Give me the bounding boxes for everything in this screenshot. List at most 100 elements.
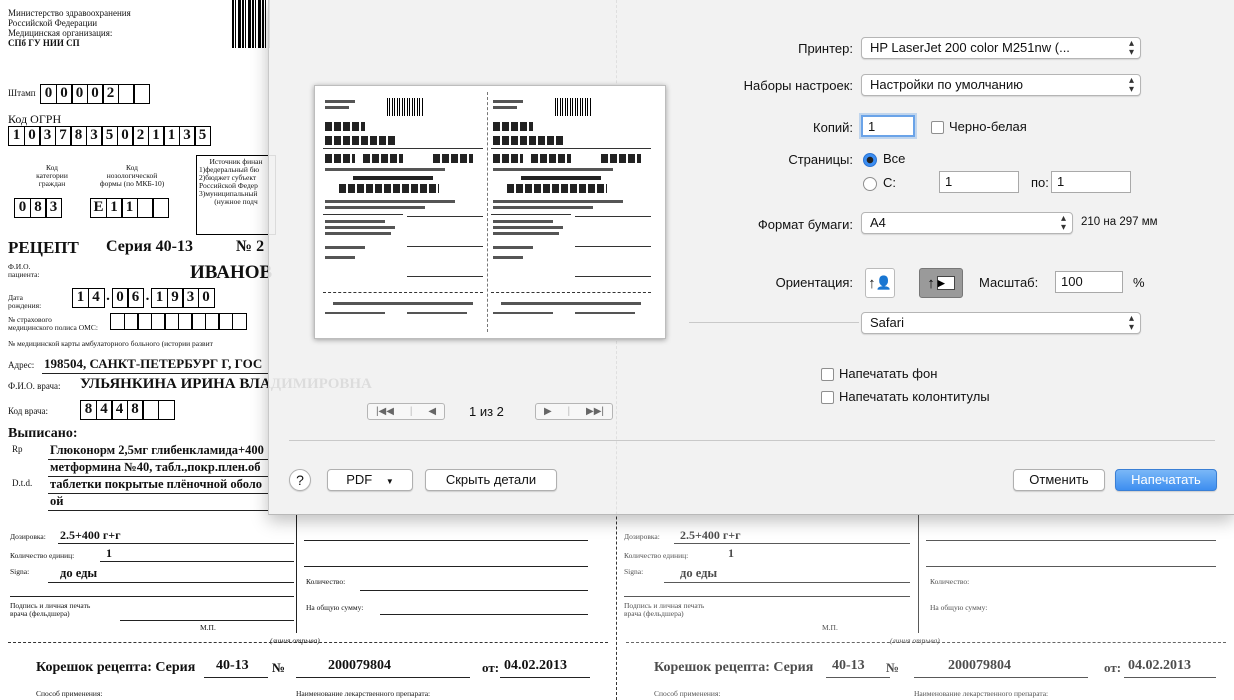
pages-all-radio[interactable] — [863, 153, 877, 167]
medical-card-label: № медицинской карты амбулаторного больно… — [8, 339, 213, 348]
presets-label: Наборы настроек: — [743, 78, 853, 93]
ogrn-label: Код ОГРН — [8, 112, 62, 126]
dropdown-arrow-icon: ▼ — [385, 477, 394, 486]
quantity-label: Количество: — [306, 577, 346, 586]
citizen-category-label: Код категории граждан — [36, 163, 68, 188]
last-page-icon[interactable]: ▶▶| — [586, 406, 604, 417]
ministry-line: Российской Федерации — [8, 18, 98, 28]
prescribed-label: Выписано: — [8, 426, 78, 441]
signa-value: до еды — [60, 566, 98, 580]
doctor-code-boxes: 8448 — [80, 400, 175, 420]
print-button[interactable]: Напечатать — [1115, 469, 1217, 491]
stub-label: Корешок рецепта: Серия — [36, 660, 196, 675]
copies-input[interactable]: 1 — [861, 115, 915, 137]
patient-fio-label: Ф.И.О. пациента: — [8, 262, 40, 279]
scale-label: Масштаб: — [979, 275, 1039, 290]
pages-to-label: по: — [1031, 175, 1049, 190]
nosology-boxes: Е11 — [90, 198, 169, 218]
copies-label: Копий: — [813, 120, 853, 135]
total-label: На общую сумму: — [930, 603, 988, 612]
dtd-label: D.t.d. — [12, 478, 33, 488]
black-white-checkbox[interactable] — [931, 121, 944, 134]
drug-name-label: Наименование лекарственного препарата: — [914, 689, 1049, 698]
print-headers-label: Напечатать колонтитулы — [839, 389, 990, 404]
preview-copy-left — [323, 96, 483, 328]
print-dialog: |◀◀ | ◀ 1 из 2 ▶ | ▶▶| Принтер: HP Laser… — [268, 0, 1234, 515]
preview-barcode — [555, 98, 591, 116]
stub-number-label: № — [886, 660, 900, 675]
presets-select[interactable]: Настройки по умолчанию ▴ ▾ — [861, 74, 1141, 96]
updown-chevron-icon: ▴ ▾ — [1060, 213, 1066, 233]
citizen-category-boxes: 083 — [14, 198, 62, 218]
address-value: 198504, САНКТ-ПЕТЕРБУРГ Г, ГОС — [44, 356, 263, 371]
dob-label: Дата рождения: — [8, 293, 42, 310]
pages-label: Страницы: — [788, 152, 853, 167]
signa-value: до еды — [680, 566, 718, 580]
doctor-signature-label: Подпись и личная печать врача (фельдшера) — [624, 601, 705, 618]
nosology-label: Код нозологической формы (по МКБ-10) — [99, 163, 165, 188]
pages-from-label: С: — [883, 175, 896, 190]
polis-label: № страхового медицинского полиса ОМС: — [8, 315, 98, 332]
page-nav-forward: ▶ | ▶▶| — [535, 403, 613, 420]
print-background-label: Напечатать фон — [839, 366, 938, 381]
stub-label: Корешок рецепта: Серия — [654, 660, 814, 675]
landscape-orientation-icon[interactable]: ↑ ▶ — [919, 268, 963, 298]
updown-chevron-icon: ▴ ▾ — [1128, 313, 1134, 333]
page-nav-back: |◀◀ | ◀ — [367, 403, 445, 420]
number-label: № 2 — [236, 238, 265, 255]
scale-unit: % — [1133, 275, 1145, 290]
hide-details-button[interactable]: Скрыть детали — [425, 469, 557, 491]
first-page-icon[interactable]: |◀◀ — [376, 406, 394, 417]
print-background-checkbox[interactable] — [821, 368, 834, 381]
scale-input[interactable]: 100 — [1055, 271, 1123, 293]
dosage-label: Дозировка: — [10, 532, 46, 541]
stub-date-label: от: — [1104, 660, 1122, 675]
units-value: 1 — [106, 546, 112, 560]
stub-date: 04.02.2013 — [504, 658, 567, 673]
polis-boxes — [110, 313, 247, 330]
prev-page-icon[interactable]: ◀ — [428, 406, 436, 417]
portrait-orientation-icon[interactable]: ↑ 👤 — [865, 268, 895, 298]
next-page-icon[interactable]: ▶ — [544, 406, 552, 417]
help-button[interactable]: ? — [289, 469, 311, 491]
paper-size-select[interactable]: А4 ▴ ▾ — [861, 212, 1073, 234]
rp-label: Rp — [12, 444, 23, 454]
doctor-label: Ф.И.О. врача: — [8, 381, 61, 391]
units-label: Количество единиц: — [10, 551, 75, 560]
paper-size-label: Формат бумаги: — [757, 217, 853, 232]
mp-label: М.П. — [200, 623, 216, 632]
signa-label: Signa: — [624, 567, 644, 576]
drug-name-label: Наименование лекарственного препарата: — [296, 689, 431, 698]
cancel-button[interactable]: Отменить — [1013, 469, 1105, 491]
preview-barcode — [387, 98, 423, 116]
preview-copy-right — [491, 96, 651, 328]
method-label: Способ применения: — [36, 689, 103, 698]
application-section-select[interactable]: Safari ▴ ▾ — [861, 312, 1141, 334]
pages-to-input[interactable]: 1 — [1051, 171, 1131, 193]
stub-number: 200079804 — [948, 658, 1011, 673]
printer-select[interactable]: HP LaserJet 200 color M251nw (... ▴ ▾ — [861, 37, 1141, 59]
pages-all-label: Все — [883, 151, 906, 166]
stamp-boxes: 00002 — [40, 84, 150, 104]
ministry-line: СПб ГУ НИИ СП — [8, 38, 80, 48]
stub-number-label: № — [272, 660, 286, 675]
total-label: На общую сумму: — [306, 603, 364, 612]
updown-chevron-icon: ▴ ▾ — [1128, 75, 1134, 95]
stub-date-label: от: — [482, 660, 500, 675]
doctor-signature-label: Подпись и личная печать врача (фельдшера) — [10, 601, 91, 618]
units-value: 1 — [728, 546, 734, 560]
dosage-label: Дозировка: — [624, 532, 660, 541]
series-label: Серия 40-13 — [106, 238, 193, 255]
page-counter: 1 из 2 — [469, 404, 504, 419]
ministry-header: Министерство здравоохранения Российской … — [8, 8, 208, 48]
updown-chevron-icon: ▴ ▾ — [1128, 38, 1134, 58]
pages-range-radio[interactable] — [863, 177, 877, 191]
dob-boxes: 14.06.1930 — [72, 288, 215, 308]
stamp-label: Штамп — [8, 88, 36, 98]
pdf-menu-button[interactable]: PDF ▼ — [327, 469, 413, 491]
printer-label: Принтер: — [798, 41, 853, 56]
orientation-label: Ориентация: — [775, 275, 853, 290]
stub-series: 40-13 — [832, 658, 865, 673]
pages-from-input[interactable]: 1 — [939, 171, 1019, 193]
print-headers-checkbox[interactable] — [821, 391, 834, 404]
